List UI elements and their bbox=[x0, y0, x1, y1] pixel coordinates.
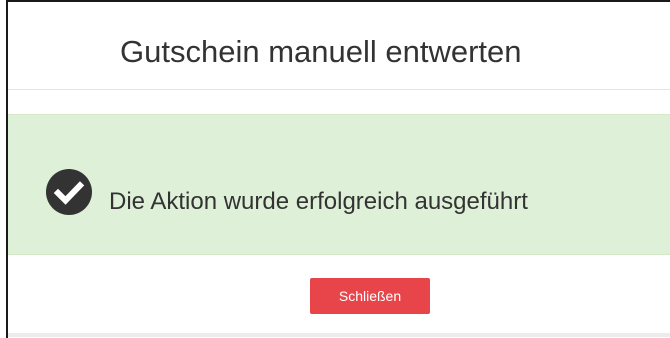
dialog-title: Gutschein manuell entwerten bbox=[120, 34, 522, 69]
dialog-header: Gutschein manuell entwerten bbox=[8, 2, 670, 90]
check-circle-icon bbox=[46, 169, 92, 215]
modal-dialog: Gutschein manuell entwerten Die Aktion w… bbox=[6, 0, 670, 338]
footer-divider bbox=[8, 333, 670, 337]
alert-message: Die Aktion wurde erfolgreich ausgeführt bbox=[109, 188, 528, 215]
success-alert: Die Aktion wurde erfolgreich ausgeführt bbox=[8, 114, 670, 255]
close-button[interactable]: Schließen bbox=[310, 278, 430, 314]
